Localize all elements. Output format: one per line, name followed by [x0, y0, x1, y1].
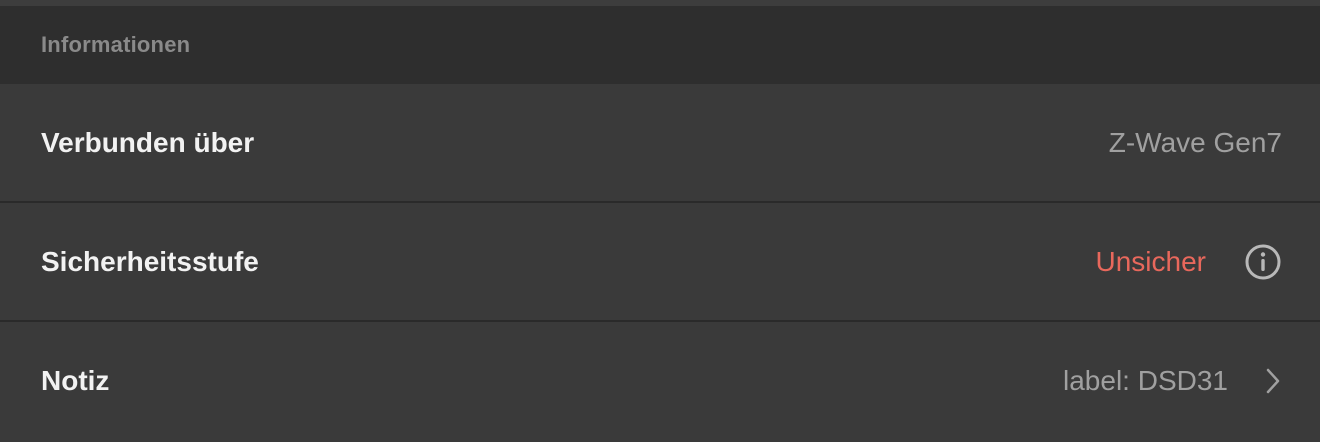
info-icon[interactable] — [1244, 243, 1282, 281]
row-value: Z-Wave Gen7 — [1108, 126, 1282, 158]
row-connected-via: Verbunden über Z-Wave Gen7 — [0, 84, 1320, 203]
chevron-right-icon[interactable] — [1264, 367, 1282, 395]
row-right: label: DSD31 — [1063, 365, 1282, 397]
section-header: Informationen — [0, 6, 1320, 84]
row-label: Sicherheitsstufe — [41, 245, 259, 277]
row-right: Unsicher — [1096, 243, 1282, 281]
row-security-level: Sicherheitsstufe Unsicher — [0, 203, 1320, 322]
row-note[interactable]: Notiz label: DSD31 — [0, 322, 1320, 440]
section-title: Informationen — [41, 32, 191, 57]
security-status-value: Unsicher — [1095, 245, 1206, 277]
row-label: Verbunden über — [41, 126, 255, 158]
row-label: Notiz — [41, 365, 110, 396]
row-right: Z-Wave Gen7 — [1109, 127, 1282, 159]
note-value: label: DSD31 — [1063, 365, 1228, 396]
